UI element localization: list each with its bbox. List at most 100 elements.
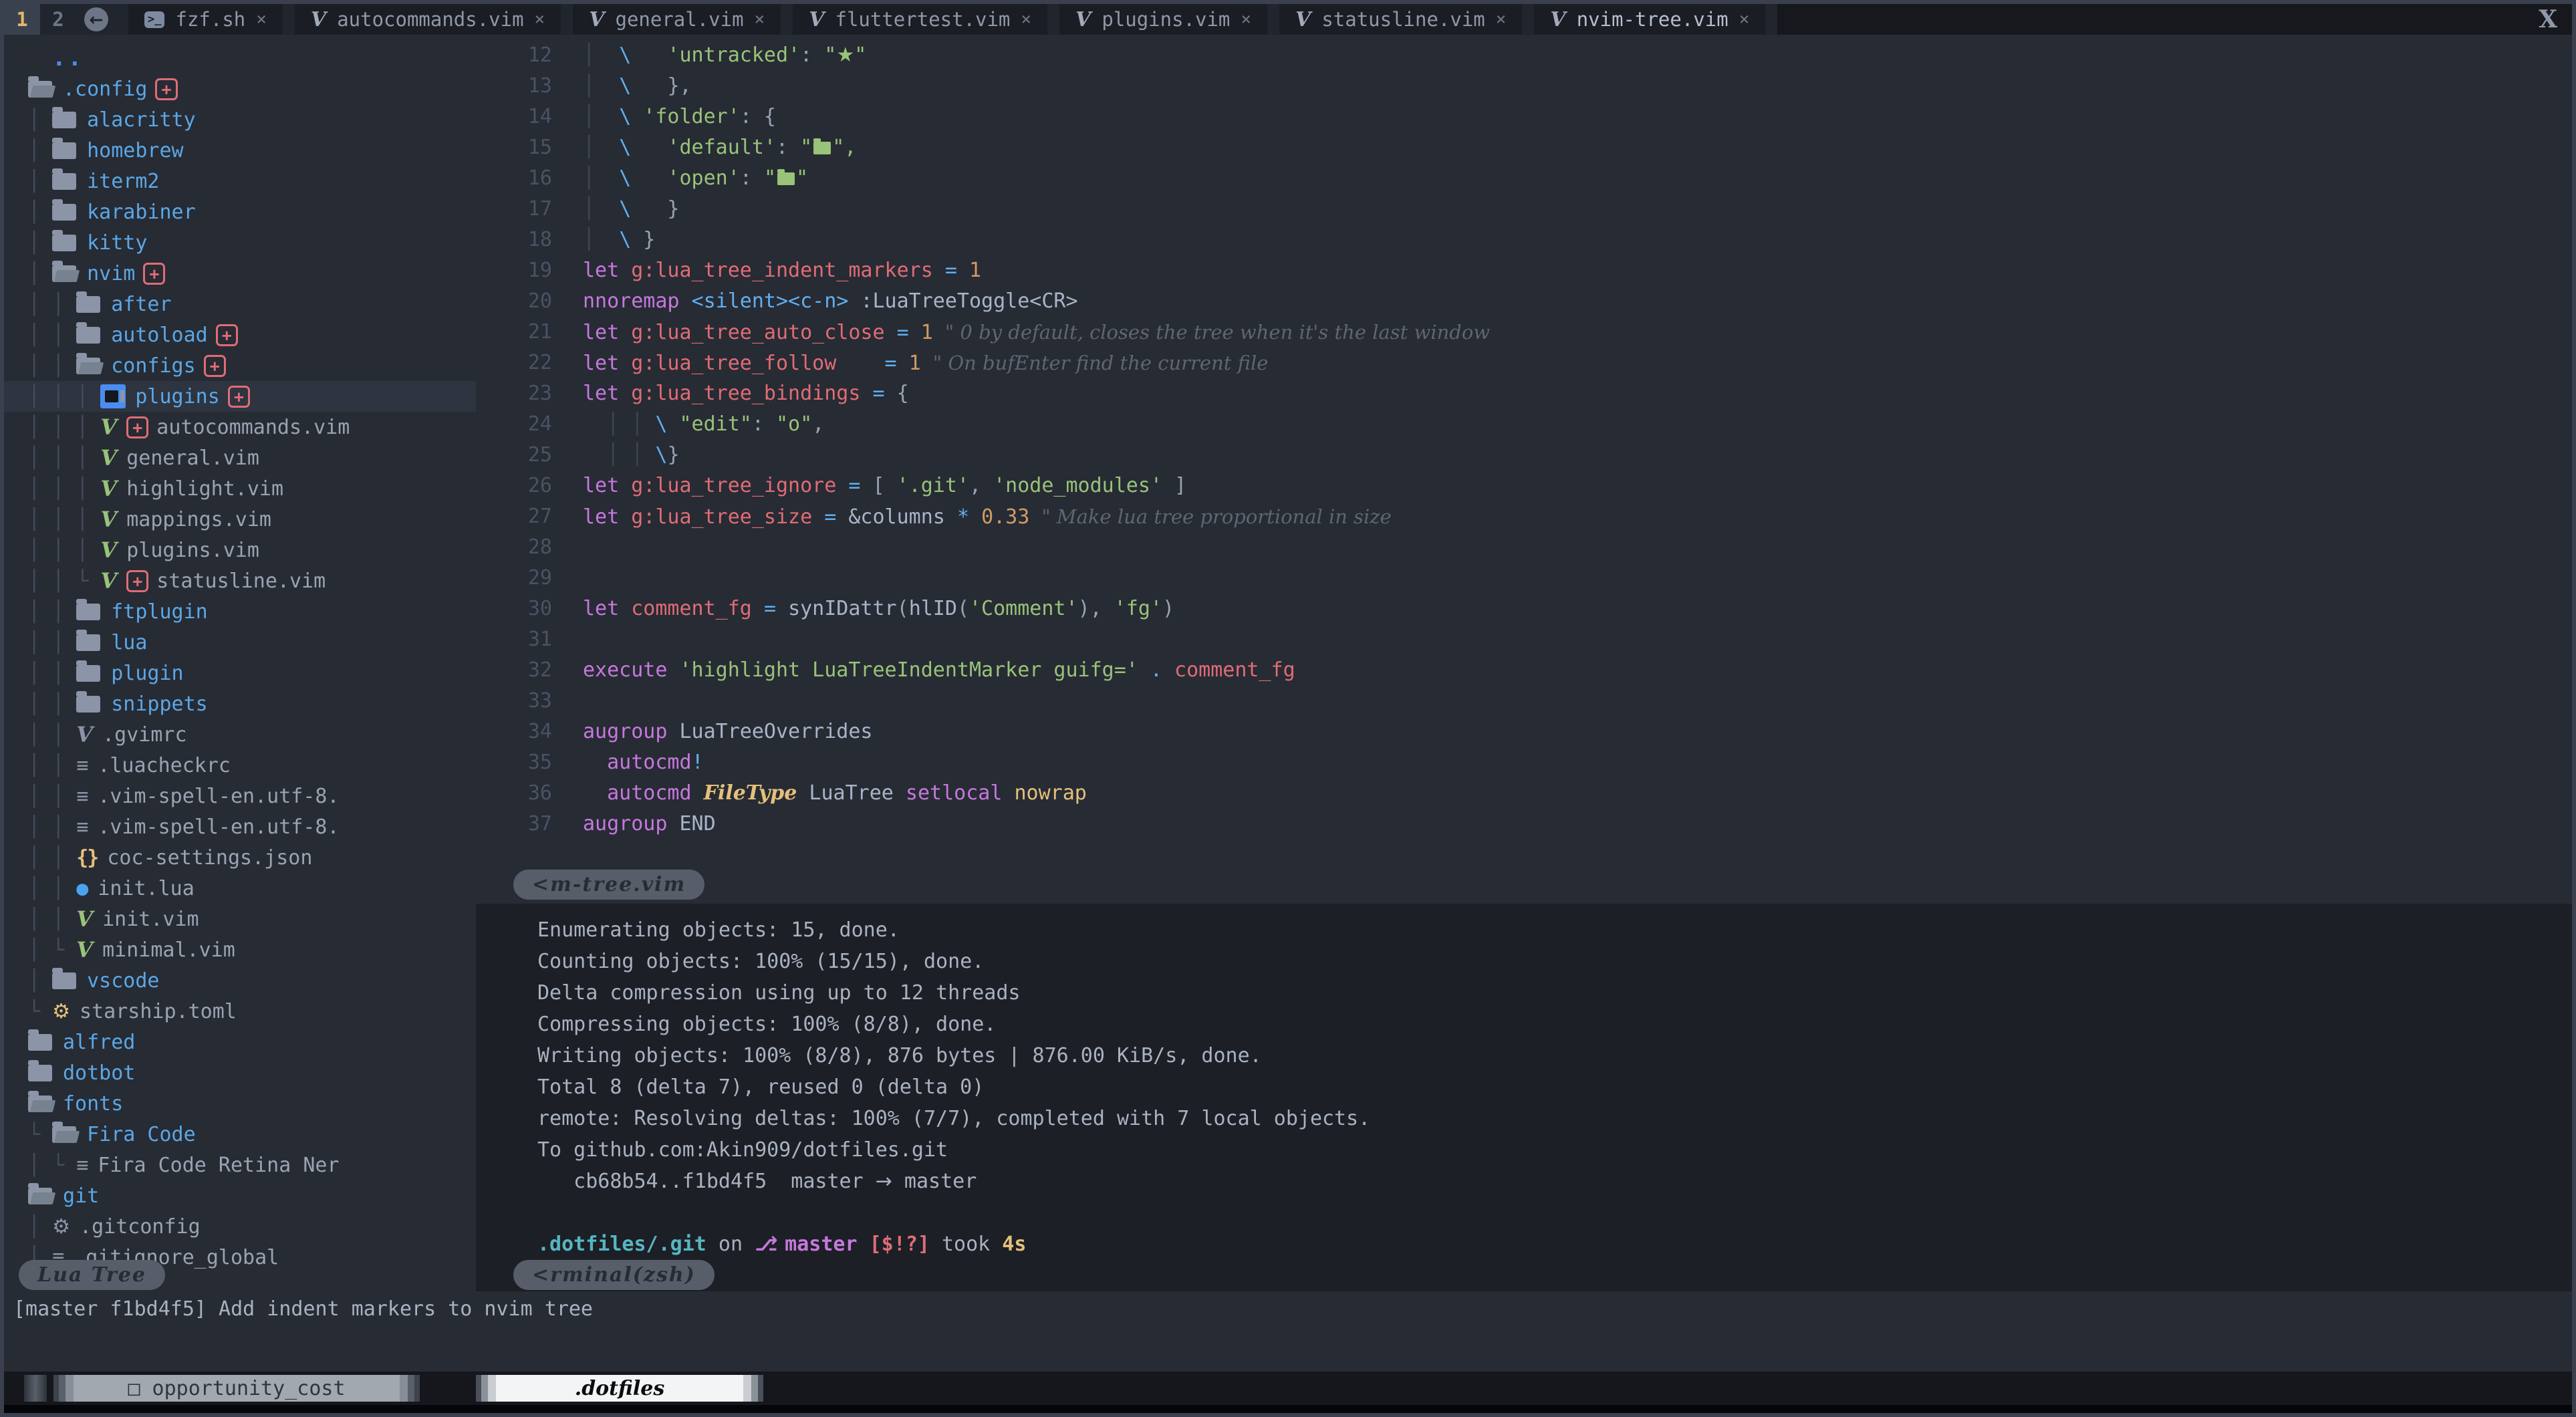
tree-item-starship.toml[interactable]: └ ⚙starship.toml: [4, 996, 476, 1027]
code-line-17: 17│ \ }: [476, 194, 2572, 225]
tree-item-git[interactable]: git: [4, 1180, 476, 1211]
tree-item-.gvimrc[interactable]: │ │ V.gvimrc: [4, 719, 476, 750]
code-line-33: 33: [476, 686, 2572, 717]
tree-item-kitty[interactable]: │ kitty: [4, 227, 476, 258]
close-icon[interactable]: ×: [1021, 9, 1031, 29]
tab-fluttertest.vim[interactable]: Vfluttertest.vim×: [793, 4, 1047, 35]
tree-item-iterm2[interactable]: │ iterm2: [4, 166, 476, 197]
tree-item-plugins[interactable]: │ │ │ plugins+: [4, 381, 476, 412]
file-tree-pane[interactable]: ...config+│ alacritty│ homebrew│ iterm2│…: [4, 35, 476, 1290]
tree-item-minimal.vim[interactable]: │ └ Vminimal.vim: [4, 934, 476, 965]
tree-item-.luacheckrc[interactable]: │ │ ≡.luacheckrc: [4, 750, 476, 781]
tab-label: fluttertest.vim: [835, 8, 1010, 31]
tree-item-alfred[interactable]: alfred: [4, 1027, 476, 1057]
tree-item-karabiner[interactable]: │ karabiner: [4, 197, 476, 227]
tab-bar: 1 2 ← >_fzf.sh× Vautocommands.vim× Vgenera…: [4, 4, 2572, 35]
tree-item-label: after: [111, 293, 171, 316]
tree-item-label: vscode: [87, 969, 159, 993]
code-text: │ \ },: [583, 71, 692, 102]
tree-item-plugin[interactable]: │ │ plugin: [4, 658, 476, 688]
tree-item-ftplugin[interactable]: │ │ ftplugin: [4, 596, 476, 627]
tree-item-init.vim[interactable]: │ │ Vinit.vim: [4, 904, 476, 934]
folder-open-icon: [28, 81, 52, 98]
close-icon[interactable]: ×: [1739, 9, 1750, 29]
tree-item-label: ftplugin: [111, 600, 208, 624]
code-line-22: 22let g:lua_tree_follow = 1 " On bufEnte…: [476, 348, 2572, 378]
tree-item-nvim[interactable]: │ nvim+: [4, 258, 476, 289]
tab-statusline.vim[interactable]: Vstatusline.vim×: [1279, 4, 1522, 35]
tab-fzf.sh[interactable]: >_fzf.sh×: [128, 4, 283, 35]
tab-general.vim[interactable]: Vgeneral.vim×: [573, 4, 781, 35]
tree-item-label: init.lua: [98, 877, 195, 900]
tree-item-.config[interactable]: .config+: [4, 74, 476, 104]
tree-item-alacritty[interactable]: │ alacritty: [4, 104, 476, 135]
line-number: 24: [476, 409, 583, 440]
close-icon[interactable]: ×: [535, 9, 545, 29]
tab-plugins.vim[interactable]: Vplugins.vim×: [1059, 4, 1267, 35]
line-number: 18: [476, 225, 583, 255]
tmux-window-.dotfiles[interactable]: .dotfiles: [476, 1375, 763, 1402]
tree-item-homebrew[interactable]: │ homebrew: [4, 135, 476, 166]
code-line-29: 29: [476, 563, 2572, 594]
line-number: 34: [476, 717, 583, 747]
terminal-line-2: Counting objects: 100% (15/15), done.: [537, 946, 2572, 977]
tree-item-coc-settings.json[interactable]: │ │ {}coc-settings.json: [4, 842, 476, 873]
folder-icon: [76, 296, 100, 313]
tree-item-label: Fira Code: [87, 1123, 196, 1146]
tree-item-autocommands.vim[interactable]: │ │ │ V+autocommands.vim: [4, 412, 476, 442]
code-line-27: 27let g:lua_tree_size = &columns * 0.33 …: [476, 501, 2572, 532]
tmux-window-1-indicator[interactable]: 1: [4, 4, 40, 35]
terminal-icon: >_: [144, 11, 164, 28]
tree-item-label: minimal.vim: [102, 938, 235, 962]
close-icon[interactable]: ×: [1496, 9, 1507, 29]
code-text: │ │ \}: [583, 440, 680, 471]
editor-pane[interactable]: 12│ \ 'untracked': "★"13│ \ },14│ \ 'fol…: [476, 35, 2572, 904]
line-number: 19: [476, 255, 583, 286]
terminal-output: Enumerating objects: 15, done.Counting o…: [537, 914, 2572, 1291]
tree-item-label: statusline.vim: [156, 569, 326, 593]
tree-item-.gitconfig[interactable]: │ ⚙.gitconfig: [4, 1211, 476, 1242]
bottom-strip: [4, 1405, 2572, 1413]
terminal-pane[interactable]: Enumerating objects: 15, done.Counting o…: [476, 904, 2572, 1291]
tree-item-label: plugins: [135, 385, 219, 408]
close-icon[interactable]: ×: [256, 9, 267, 29]
back-icon[interactable]: ←: [76, 4, 116, 35]
tree-item-vscode[interactable]: │ vscode: [4, 965, 476, 996]
tree-item-lua[interactable]: │ │ lua: [4, 627, 476, 658]
gear-icon: ⚙: [52, 1215, 70, 1239]
tree-guides: │: [28, 262, 52, 285]
tree-item-.vim-spell-en.utf-8.[interactable]: │ │ ≡.vim-spell-en.utf-8.: [4, 811, 476, 842]
tmux-window-2-indicator[interactable]: 2: [40, 4, 76, 35]
tree-item-general.vim[interactable]: │ │ │ Vgeneral.vim: [4, 442, 476, 473]
tree-item-..[interactable]: ..: [4, 43, 476, 74]
code-line-20: 20nnoremap <silent><c-n> :LuaTreeToggle<…: [476, 286, 2572, 317]
tree-item-fonts[interactable]: fonts: [4, 1088, 476, 1119]
tree-item-snippets[interactable]: │ │ snippets: [4, 688, 476, 719]
close-icon[interactable]: ×: [755, 9, 765, 29]
code-text: let g:lua_tree_auto_close = 1 " 0 by def…: [583, 317, 1490, 348]
tree-item-dotbot[interactable]: dotbot: [4, 1057, 476, 1088]
tab-autocommands.vim[interactable]: Vautocommands.vim×: [295, 4, 561, 35]
close-window-icon[interactable]: X: [2539, 5, 2557, 33]
close-icon[interactable]: ×: [1241, 9, 1251, 29]
tree-item-statusline.vim[interactable]: │ │ └ V+statusline.vim: [4, 565, 476, 596]
tree-item-Fira Code[interactable]: └ Fira Code: [4, 1119, 476, 1150]
tree-item-mappings.vim[interactable]: │ │ │ Vmappings.vim: [4, 504, 476, 535]
vim-file-icon: V: [76, 937, 93, 962]
tree-item-configs[interactable]: │ │ configs+: [4, 350, 476, 381]
tree-item-plugins.vim[interactable]: │ │ │ Vplugins.vim: [4, 535, 476, 565]
line-number: 21: [476, 317, 583, 348]
tree-item-label: .gitconfig: [80, 1215, 201, 1239]
tree-item-Fira Code Retina Ner[interactable]: │ └ ≡Fira Code Retina Ner: [4, 1150, 476, 1180]
terminal-line-7: remote: Resolving deltas: 100% (7/7), co…: [537, 1103, 2572, 1134]
tree-item-autoload[interactable]: │ │ autoload+: [4, 319, 476, 350]
tab-nvim-tree.vim[interactable]: Vnvim-tree.vim×: [1534, 4, 1765, 35]
folder-icon: [52, 142, 76, 159]
tmux-status-bar: □ opportunity_cost .dotfiles: [4, 1372, 2572, 1405]
tree-item-init.lua[interactable]: │ │ ●init.lua: [4, 873, 476, 904]
code-text: │ \ 'open': "": [583, 163, 808, 194]
tree-item-highlight.vim[interactable]: │ │ │ Vhighlight.vim: [4, 473, 476, 504]
tmux-window--opportunity-cost[interactable]: □ opportunity_cost: [53, 1375, 420, 1402]
tree-item-.vim-spell-en.utf-8.[interactable]: │ │ ≡.vim-spell-en.utf-8.: [4, 781, 476, 811]
tree-item-after[interactable]: │ │ after: [4, 289, 476, 319]
